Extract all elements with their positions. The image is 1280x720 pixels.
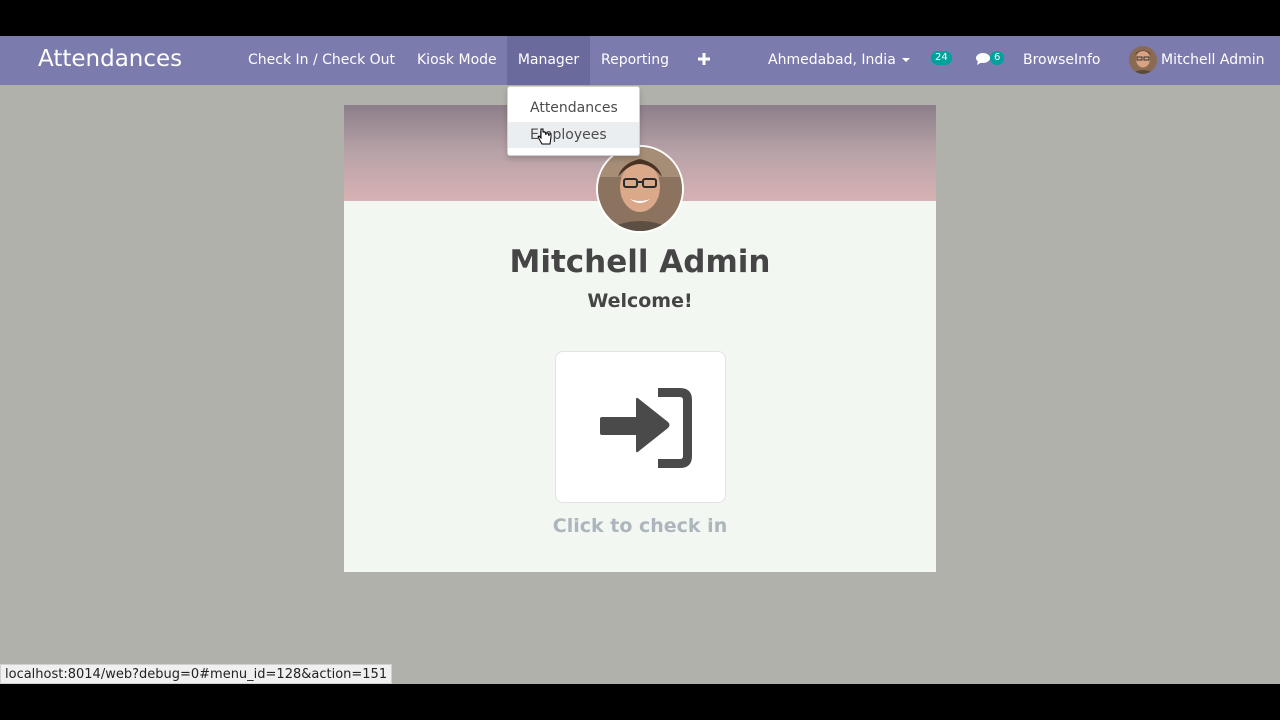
menu-kiosk-mode[interactable]: Kiosk Mode (417, 36, 497, 85)
dropdown-item-attendances[interactable]: Attendances (508, 95, 639, 121)
menu-check-in-check-out[interactable]: Check In / Check Out (248, 36, 395, 85)
app-window: Attendances Check In / Check Out Kiosk M… (0, 36, 1280, 684)
status-bar-url: localhost:8014/web?debug=0#menu_id=128&a… (0, 664, 393, 684)
user-menu[interactable]: Mitchell Admin (1161, 36, 1265, 85)
sign-in-icon (600, 388, 692, 468)
check-in-label[interactable]: Click to check in (344, 515, 936, 537)
employee-avatar (596, 145, 684, 233)
employee-attendance-card: Mitchell Admin Welcome! Click to check i… (344, 105, 936, 572)
user-avatar[interactable] (1129, 46, 1157, 74)
welcome-message: Welcome! (587, 290, 693, 312)
top-navbar: Attendances Check In / Check Out Kiosk M… (0, 36, 1280, 85)
company-name[interactable]: BrowseInfo (1023, 36, 1100, 85)
hand-pointer-cursor-icon (537, 128, 552, 145)
plus-icon[interactable] (697, 36, 713, 85)
manager-dropdown: Attendances Employees (507, 86, 640, 156)
caret-down-icon (901, 58, 910, 62)
menu-manager[interactable]: Manager (507, 36, 590, 85)
employee-name: Mitchell Admin (509, 244, 771, 280)
company-switcher[interactable]: Ahmedabad, India (768, 36, 910, 85)
app-title[interactable]: Attendances (38, 46, 182, 72)
dropdown-item-employees[interactable]: Employees (508, 122, 639, 148)
activity-count-badge: 24 (931, 51, 952, 65)
company-label: Ahmedabad, India (768, 52, 896, 68)
check-in-button[interactable] (555, 351, 726, 503)
menu-reporting[interactable]: Reporting (601, 36, 669, 85)
